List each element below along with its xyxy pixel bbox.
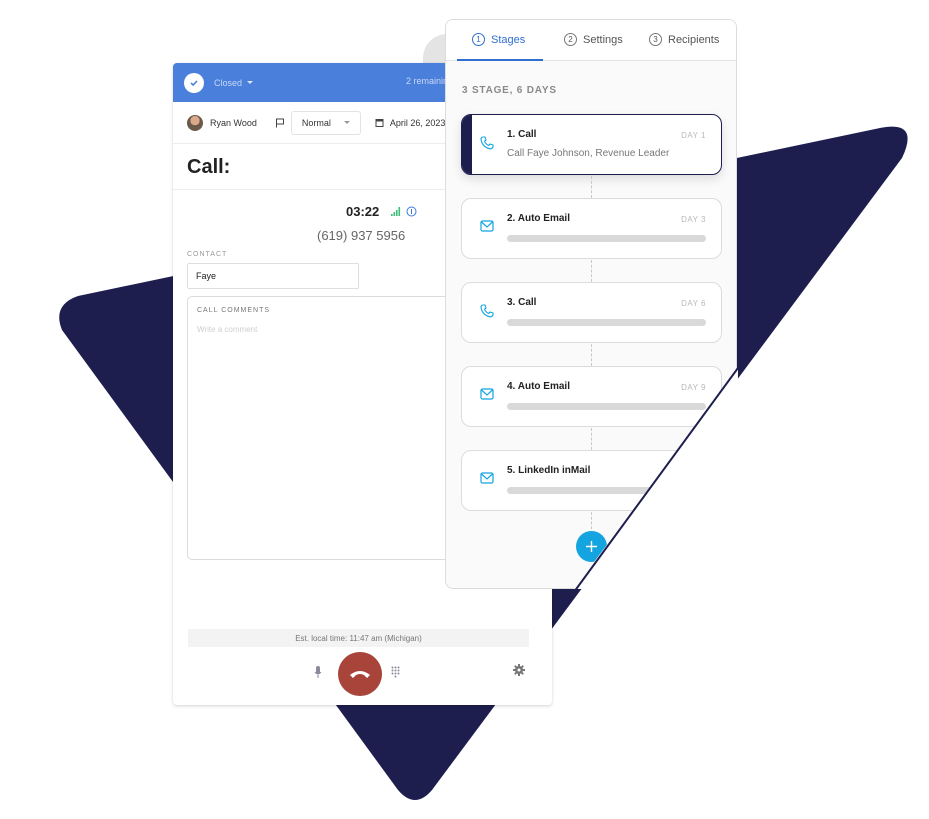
active-tab-indicator [457,59,543,61]
dialpad-icon[interactable] [391,666,400,678]
mail-icon [480,388,494,400]
stage-title: 3. Call [507,297,537,308]
tab-bar: 1 Stages 2 Settings 3 Recipients [446,20,736,61]
stage-card[interactable]: 3. Call DAY 6 [461,282,722,343]
stage-card[interactable]: 5. LinkedIn inMail [461,450,722,511]
stage-title: 1. Call [507,129,537,140]
due-date-text: April 26, 2023 [389,117,446,128]
microphone-icon[interactable] [314,666,322,678]
comments-label: CALL COMMENTS [197,307,271,314]
stage-day: DAY 3 [681,215,706,224]
stage-connector [591,428,592,450]
mail-icon [480,220,494,232]
due-date[interactable]: April 26, 2023 [375,117,446,128]
stage-connector [591,260,592,282]
stage-day: DAY 9 [681,383,706,392]
contact-value: Faye [196,271,217,281]
stage-title: 5. LinkedIn inMail [507,465,591,476]
status-label: Closed [214,77,243,88]
mail-icon [480,472,494,484]
chevron-down-icon [247,81,254,84]
tab-label: Recipients [668,33,720,46]
stage-placeholder-bar [507,319,706,326]
step-number-badge: 2 [564,33,577,46]
flag-icon [275,118,284,127]
stage-card[interactable]: 2. Auto Email DAY 3 [461,198,722,259]
stage-day: DAY 6 [681,299,706,308]
contact-label: CONTACT [187,251,228,258]
call-timer: 03:22 [346,204,380,219]
chevron-down-icon [343,121,350,124]
tab-label: Settings [583,33,623,46]
sequence-panel: 1 Stages 2 Settings 3 Recipients 3 STAGE… [445,19,737,589]
comments-placeholder: Write a comment [197,325,258,334]
tab-recipients[interactable]: 3 Recipients [649,33,719,46]
step-number-badge: 3 [649,33,662,46]
add-stage-button[interactable] [576,531,607,562]
phone-number: (619) 937 5956 [317,228,406,243]
hangup-button[interactable] [338,652,382,696]
tab-label: Stages [491,33,526,46]
contact-input[interactable]: Faye [187,263,359,289]
info-icon[interactable] [406,206,417,217]
stage-placeholder-bar [507,235,706,242]
avatar [187,114,203,131]
tab-stages[interactable]: 1 Stages [472,33,525,46]
status-check-button[interactable] [184,72,204,93]
tab-settings[interactable]: 2 Settings [564,33,623,46]
stage-title: 2. Auto Email [507,213,570,224]
stage-connector [591,344,592,366]
stage-card[interactable]: 4. Auto Email DAY 9 [461,366,722,427]
priority-value: Normal [301,117,331,128]
phone-hangup-icon [350,671,370,678]
stage-description: Call Faye Johnson, Revenue Leader [507,148,670,159]
stage-placeholder-bar [507,487,706,494]
owner-name: Ryan Wood [210,117,257,128]
local-time-banner: Est. local time: 11:47 am (Michigan) [188,629,529,647]
stage-placeholder-bar [507,403,706,410]
local-time-text: Est. local time: 11:47 am (Michigan) [295,633,422,643]
phone-icon [480,136,494,150]
signal-icon [391,207,401,216]
phone-icon [480,304,494,318]
calendar-icon [375,119,384,127]
stage-card[interactable]: 1. Call DAY 1 Call Faye Johnson, Revenue… [461,114,722,175]
stage-title: 4. Auto Email [507,381,570,392]
check-icon [190,79,198,86]
status-dropdown[interactable]: Closed [214,77,254,88]
step-number-badge: 1 [472,33,485,46]
plus-icon [586,541,597,552]
stage-day: DAY 1 [681,131,706,140]
gear-icon[interactable] [513,664,525,676]
sequence-summary: 3 STAGE, 6 DAYS [462,85,557,96]
stage-connector [591,176,592,198]
priority-select[interactable]: Normal [290,110,361,135]
